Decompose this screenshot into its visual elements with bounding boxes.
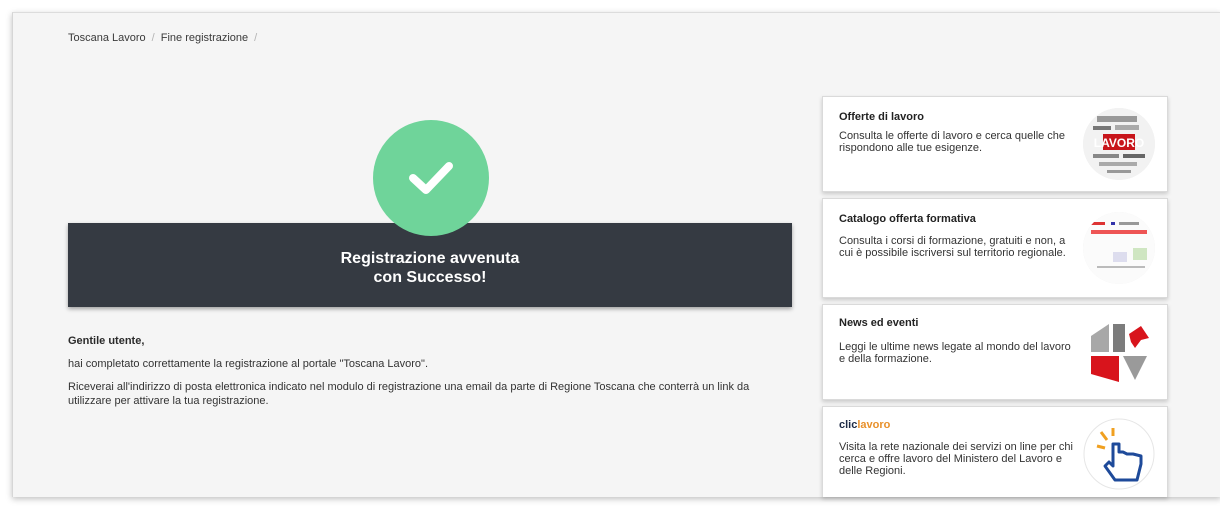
card-offerte-lavoro[interactable]: Offerte di lavoro Consulta le offerte di…	[822, 96, 1168, 192]
regione-toscana-logo-icon[interactable]	[1083, 316, 1155, 388]
pointing-hand-icon[interactable]	[1083, 418, 1155, 490]
lavoro-text: lavoro	[857, 419, 891, 431]
success-title-line2: con Successo!	[373, 269, 487, 286]
card-description: Consulta i corsi di formazione, gratuiti…	[839, 235, 1066, 259]
svg-text:LAVORO: LAVORO	[1094, 136, 1144, 150]
breadcrumb-item-home[interactable]: Toscana Lavoro	[68, 32, 146, 44]
greeting-text: Gentile utente,	[68, 335, 145, 347]
card-title[interactable]: Catalogo offerta formativa	[839, 213, 976, 225]
card-title[interactable]: Offerte di lavoro	[839, 111, 924, 123]
card-clic-lavoro[interactable]: cliclavoro Visita la rete nazionale dei …	[822, 406, 1168, 497]
card-description: Visita la rete nazionale dei servizi on …	[839, 441, 1073, 477]
checkmark-icon	[409, 162, 453, 194]
card-title[interactable]: cliclavoro	[839, 419, 890, 431]
activation-info-text: Riceverai all'indirizzo di posta elettro…	[68, 381, 750, 407]
catalogo-screenshot-icon[interactable]	[1083, 212, 1155, 284]
card-news-eventi[interactable]: News ed eventi Leggi le ultime news lega…	[822, 304, 1168, 400]
success-circle	[373, 120, 489, 236]
card-catalogo-formativa[interactable]: Catalogo offerta formativa Consulta i co…	[822, 198, 1168, 298]
success-title-line1: Registrazione avvenuta	[340, 250, 520, 267]
breadcrumb-item-current: Fine registrazione	[160, 32, 249, 44]
breadcrumb: Toscana Lavoro / Fine registrazione /	[68, 32, 263, 44]
card-description: Consulta le offerte di lavoro e cerca qu…	[839, 130, 1066, 154]
lavoro-wordcloud-icon[interactable]: LAVORO	[1083, 108, 1155, 180]
breadcrumb-separator: /	[151, 32, 155, 44]
confirmation-text: hai completato correttamente la registra…	[68, 358, 429, 370]
card-description: Leggi le ultime news legate al mondo del…	[839, 341, 1071, 365]
card-title[interactable]: News ed eventi	[839, 317, 918, 329]
breadcrumb-separator: /	[254, 32, 258, 44]
clic-text: clic	[839, 419, 858, 431]
